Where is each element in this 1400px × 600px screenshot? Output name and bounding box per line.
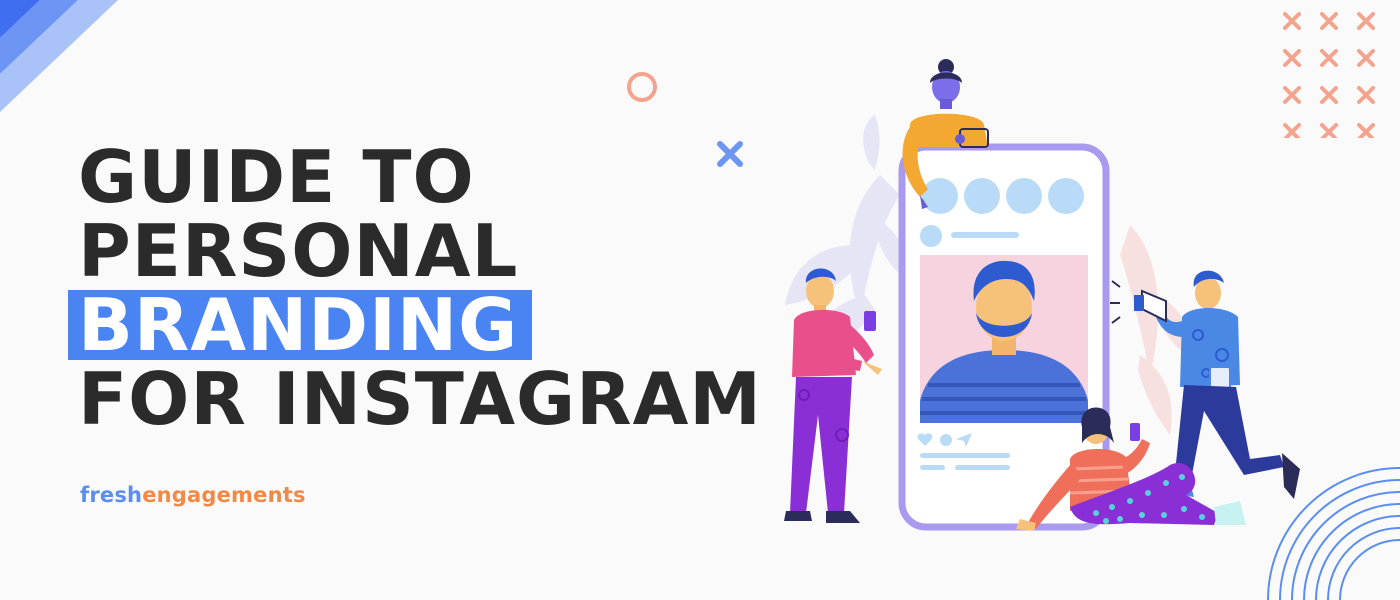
banner: GUIDE TO PERSONAL BRANDING FOR INSTAGRAM… <box>0 0 1400 600</box>
headline-line-4: FOR INSTAGRAM <box>78 357 762 441</box>
instagram-illustration <box>784 59 1300 531</box>
headline-highlight: BRANDING <box>68 289 533 361</box>
brand-logo: freshengagements <box>80 483 306 507</box>
corner-stripes-decoration <box>0 0 118 112</box>
brand-logo-part-2: engagements <box>142 483 306 507</box>
brand-logo-part-1: fresh <box>80 483 143 507</box>
headline-line-1: GUIDE TO <box>78 135 475 219</box>
comment-icon <box>940 434 952 446</box>
ring-decoration <box>627 72 657 102</box>
headline-line-2: PERSONAL <box>78 209 519 293</box>
headline: GUIDE TO PERSONAL BRANDING FOR INSTAGRAM <box>68 135 762 441</box>
man-with-megaphone <box>1110 270 1300 499</box>
